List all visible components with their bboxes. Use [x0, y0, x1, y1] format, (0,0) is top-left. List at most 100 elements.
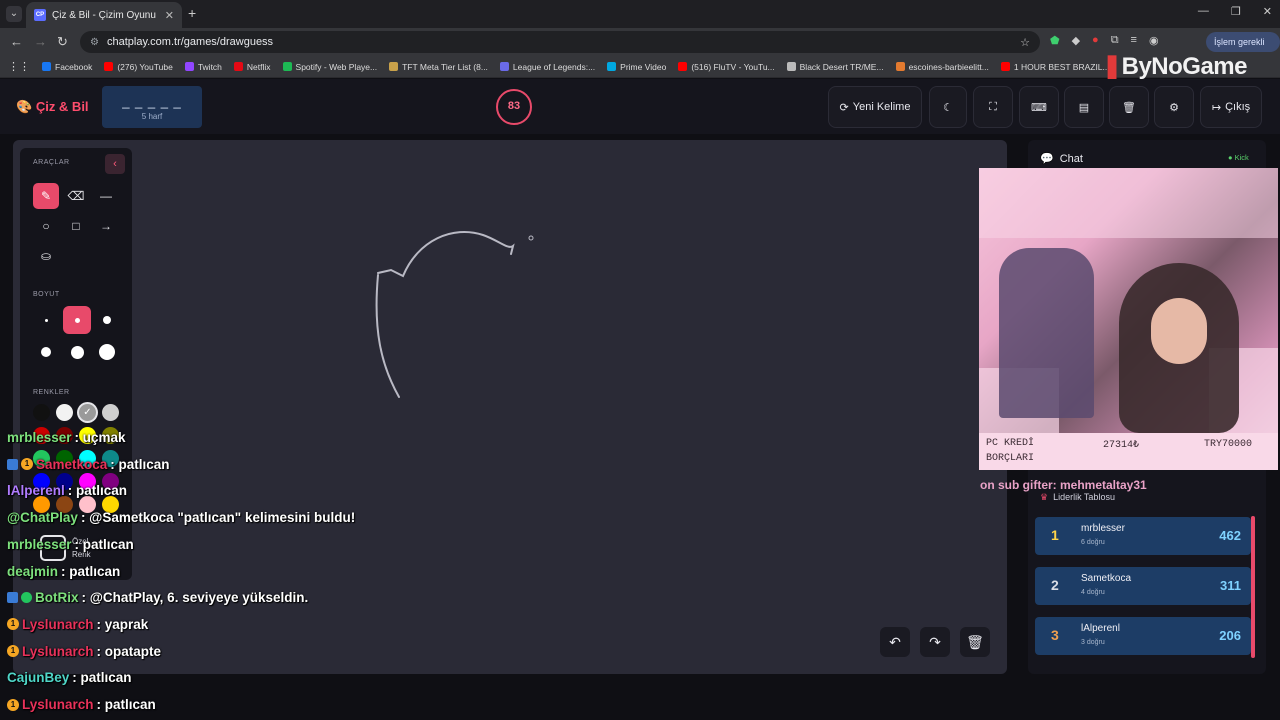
settings-button[interactable]: ⚙	[1154, 86, 1194, 128]
bookmark-label: Black Desert TR/ME...	[799, 61, 884, 72]
leaderboard-player-name: Sametkoca	[1081, 573, 1132, 584]
chat-message-text: : patlıcan	[72, 670, 132, 686]
eraser-tool-button[interactable]: ⌫	[63, 183, 89, 209]
donation-goal-bar: PC KREDİ BORÇLARI 27314₺ TRY70000	[979, 433, 1278, 470]
bookmark-item[interactable]: Spotify - Web Playe...	[282, 61, 378, 72]
bookmark-item[interactable]: Netflix	[233, 61, 271, 72]
bookmark-item[interactable]: 1 HOUR BEST BRAZIL...	[1000, 62, 1110, 72]
clear-canvas-button[interactable]: 🗑	[960, 627, 990, 657]
site-info-icon[interactable]: ⚙	[90, 37, 99, 48]
brush-size-1[interactable]	[32, 306, 60, 334]
sub-badge-icon: 1	[7, 645, 19, 658]
update-required-button[interactable]: İşlem gerekli ⋮	[1206, 32, 1280, 67]
extension-diamond-icon[interactable]: ◆	[1072, 34, 1080, 47]
tab-close-icon[interactable]: ✕	[165, 9, 174, 22]
bookmark-item[interactable]: (516) FluTV - YouTu...	[678, 62, 775, 72]
bookmark-label: escoines-barbieelitt...	[908, 61, 989, 72]
chat-username: lAlperenl	[7, 483, 65, 499]
profile-avatar-icon[interactable]: ◉	[1149, 34, 1159, 47]
browser-tab-active[interactable]: CP Çiz & Bil - Çizim Oyunu ✕	[26, 2, 182, 28]
overlay-chat-message: deajmin: patlıcan	[7, 564, 120, 579]
brush-size-3[interactable]	[93, 306, 121, 334]
tab-search-button[interactable]: ⌄	[6, 6, 22, 22]
fullscreen-button[interactable]: ⛶	[973, 86, 1013, 128]
bookmark-item[interactable]: TFT Meta Tier List (8...	[389, 62, 488, 72]
bookmark-item[interactable]: Prime Video	[607, 62, 666, 72]
collapse-tools-button[interactable]: ‹	[105, 154, 125, 174]
reload-button[interactable]: ↻	[57, 34, 68, 50]
exit-button[interactable]: ↦ Çıkış	[1200, 86, 1262, 128]
brush-size-6[interactable]	[93, 338, 121, 366]
bookmark-favicon-icon	[42, 62, 51, 71]
extension-red-icon[interactable]: ●	[1092, 34, 1099, 47]
minimize-button[interactable]: —	[1198, 5, 1209, 18]
brush-size-2[interactable]	[63, 306, 91, 334]
leaderboard-correct-count: 4 doğru	[1081, 589, 1105, 596]
brush-size-5[interactable]	[63, 338, 91, 366]
word-blanks: _ _ _ _ _	[122, 94, 182, 109]
bookmark-item[interactable]: (276) YouTube	[104, 62, 173, 72]
color-swatch[interactable]	[56, 404, 73, 421]
bookmark-favicon-icon	[233, 62, 243, 71]
back-button[interactable]: ←	[10, 34, 23, 49]
bynogame-watermark: ❚ByNoGame	[1102, 53, 1247, 80]
extension-shield-icon[interactable]: ⬟	[1050, 34, 1060, 47]
window-close-button[interactable]: ✕	[1263, 5, 1272, 18]
chat-username: Lyslunarch	[22, 697, 94, 712]
undo-button[interactable]: ↶	[880, 627, 910, 657]
line-tool-button[interactable]: —	[93, 183, 119, 209]
chat-header: 💬 Chat	[1040, 152, 1083, 166]
color-swatch[interactable]	[33, 404, 50, 421]
address-bar[interactable]: ⚙ chatplay.com.tr/games/drawguess ☆	[80, 31, 1040, 53]
leaderboard-title-text: Liderlik Tablosu	[1053, 492, 1115, 502]
bookmark-item[interactable]: Twitch	[184, 62, 222, 72]
media-control-icon[interactable]: ≡	[1131, 34, 1137, 47]
bookmark-label: Spotify - Web Playe...	[295, 61, 378, 72]
clear-board-button[interactable]: 🗑	[1109, 86, 1149, 128]
circle-tool-button[interactable]: ○	[33, 213, 59, 239]
exit-label: Çıkış	[1225, 101, 1251, 113]
new-word-button[interactable]: ⟳ Yeni Kelime	[828, 86, 922, 128]
color-swatch[interactable]: ✓	[79, 404, 96, 421]
keyboard-button[interactable]: ⌨	[1019, 86, 1059, 128]
overlay-chat-message: mrblesser: uçmak	[7, 430, 126, 445]
color-swatch[interactable]	[102, 404, 119, 421]
extensions-puzzle-icon[interactable]: ⧉	[1111, 34, 1119, 47]
apps-grid-icon[interactable]: ⋮⋮	[8, 60, 30, 73]
bookmark-item[interactable]: Facebook	[42, 62, 92, 72]
bookmark-item[interactable]: League of Legends:...	[499, 62, 595, 72]
sub-badge-icon: 1	[7, 698, 19, 711]
bookmark-label: Netflix	[246, 61, 271, 72]
bookmark-item[interactable]: Black Desert TR/ME...	[786, 61, 884, 72]
theme-toggle-button[interactable]: ☾	[929, 86, 967, 128]
arrow-tool-button[interactable]: →	[93, 213, 119, 239]
archive-button[interactable]: ▤	[1064, 86, 1104, 128]
chat-username: Sametkoca	[36, 456, 108, 472]
leaderboard-title: ♛ Liderlik Tablosu	[1040, 492, 1115, 503]
bookmark-star-icon[interactable]: ☆	[1020, 36, 1030, 49]
leaderboard-correct-count: 3 doğru	[1081, 639, 1105, 646]
badge-icon	[7, 592, 18, 604]
overlay-chat-message: 1 Lyslunarch: patlıcan	[7, 697, 156, 712]
leaderboard-row: 1 mrblesser 6 doğru 462	[1035, 517, 1251, 555]
forward-button[interactable]: →	[34, 34, 47, 49]
poster-figure	[999, 248, 1094, 418]
leaderboard-correct-count: 6 doğru	[1081, 539, 1105, 546]
leaderboard-rank: 1	[1051, 527, 1059, 543]
expand-icon: ⛶	[989, 100, 997, 113]
crown-icon: ♛	[1040, 492, 1049, 502]
fill-tool-button[interactable]: ⛀	[33, 243, 59, 269]
bookmark-item[interactable]: escoines-barbieelitt...	[895, 61, 989, 72]
pen-tool-button[interactable]: ✎	[33, 183, 59, 209]
bookmark-favicon-icon	[389, 62, 399, 71]
overlay-chat-message: lAlperenl: patlıcan	[7, 483, 127, 498]
redo-button[interactable]: ↷	[920, 627, 950, 657]
restore-button[interactable]: ❐	[1231, 5, 1241, 18]
brush-size-4[interactable]	[32, 338, 60, 366]
chat-message-text: : opatapte	[96, 643, 162, 659]
bookmark-label: TFT Meta Tier List (8...	[402, 61, 488, 72]
new-tab-button[interactable]: +	[188, 5, 196, 21]
leaderboard-scrollbar[interactable]	[1251, 516, 1255, 658]
browser-tab-bar: ⌄ CP Çiz & Bil - Çizim Oyunu ✕ + — ❐ ✕	[0, 0, 1280, 28]
rectangle-tool-button[interactable]: □	[63, 213, 89, 239]
